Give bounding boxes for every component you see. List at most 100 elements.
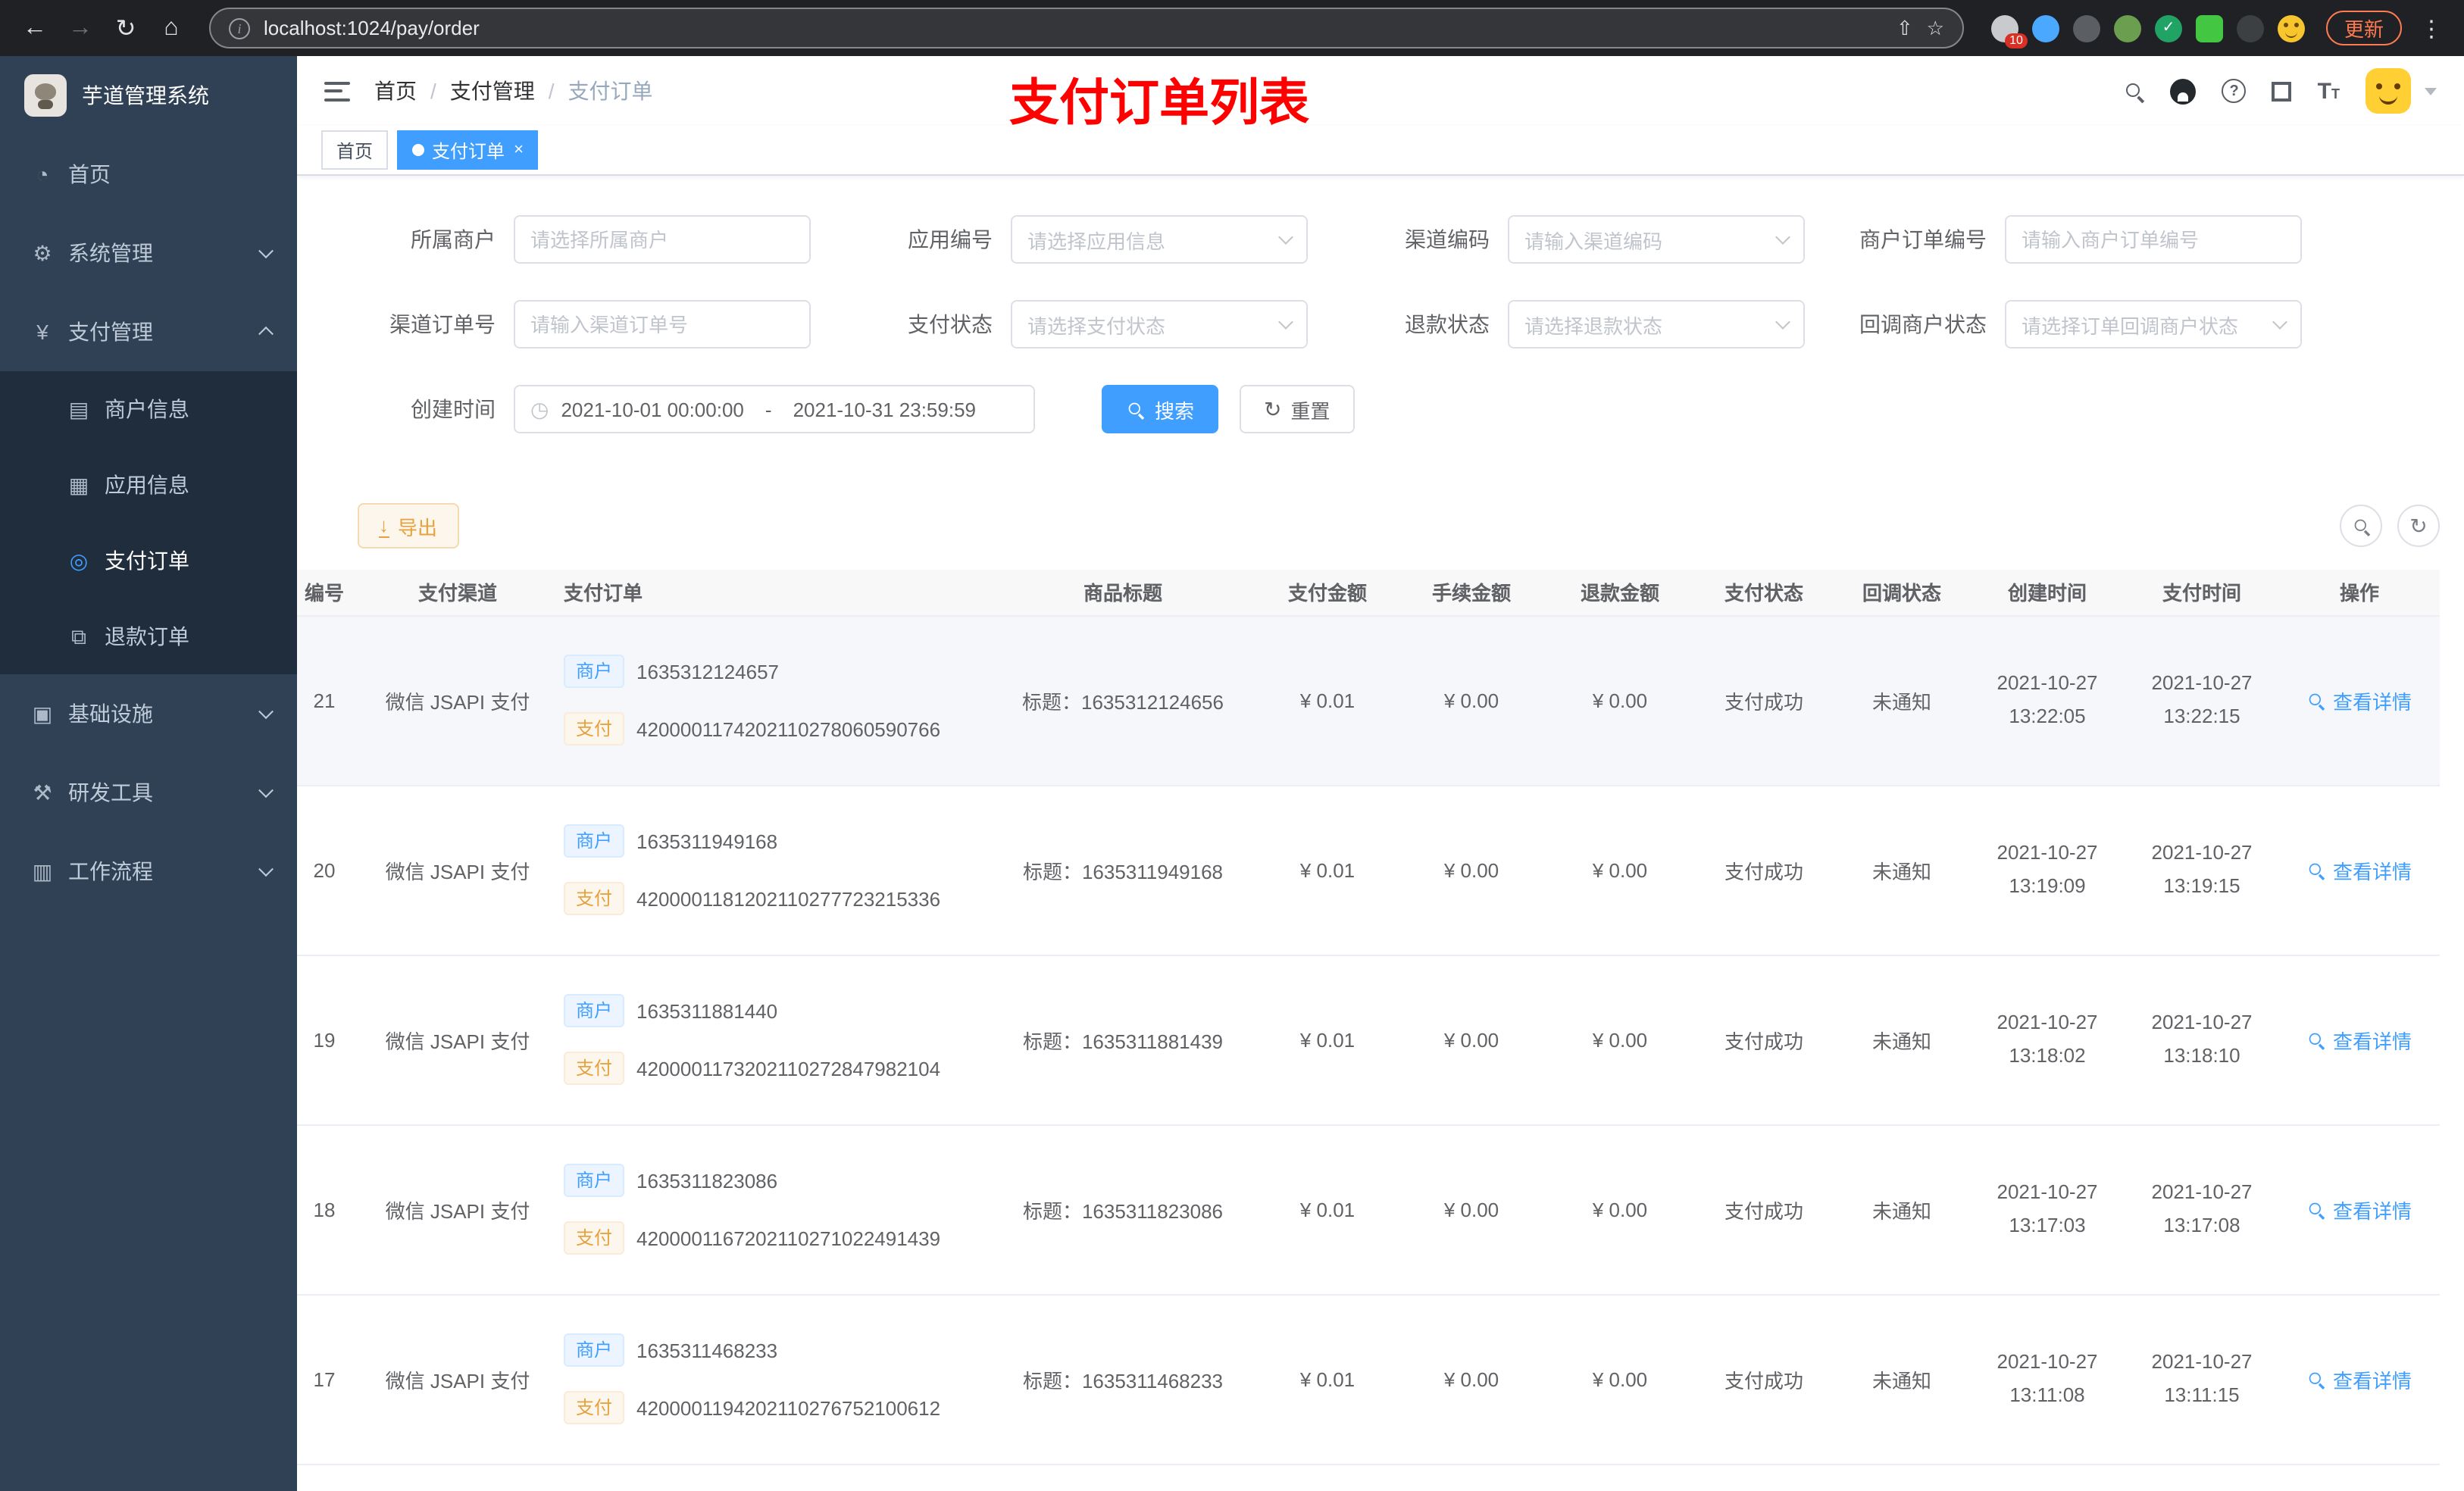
- search-button[interactable]: 搜索: [1102, 385, 1219, 433]
- toggle-search-button[interactable]: [2340, 505, 2382, 547]
- reset-button[interactable]: ↻ 重置: [1240, 385, 1355, 433]
- address-bar[interactable]: i localhost:1024/pay/order ⇧ ☆: [209, 8, 1964, 48]
- view-detail-link[interactable]: 查看详情: [2307, 686, 2412, 714]
- breadcrumb-separator: /: [548, 79, 555, 103]
- select-placeholder: 请选择应用信息: [1027, 230, 1166, 252]
- pay-order-no: 4200001194202110276752100612: [636, 1396, 941, 1419]
- table-row[interactable]: 19 微信 JSAPI 支付 商户 1635311881440 支付 4200001…: [297, 955, 2440, 1125]
- forward-icon[interactable]: →: [61, 8, 100, 48]
- cell-amount: [1258, 1464, 1397, 1491]
- cell-refund: ¥ 0.00: [1546, 615, 1694, 786]
- table-row[interactable]: 21 微信 JSAPI 支付 商户 1635312124657 支付 4200001…: [297, 615, 2440, 786]
- view-detail-link[interactable]: 查看详情: [2307, 855, 2412, 884]
- share-icon[interactable]: ⇧: [1896, 16, 1913, 40]
- export-button[interactable]: ↓ 导出: [358, 503, 459, 549]
- col-status: 支付状态: [1694, 570, 1834, 616]
- extension-icon[interactable]: ✓: [2154, 14, 2182, 42]
- extension-icon[interactable]: [2195, 14, 2223, 42]
- help-icon[interactable]: ?: [2222, 79, 2247, 103]
- sidebar-item-home[interactable]: ◔ 首页: [0, 135, 297, 214]
- close-icon[interactable]: ×: [514, 141, 524, 159]
- bookmark-star-icon[interactable]: ☆: [1927, 16, 1944, 40]
- merchant-order-no-input[interactable]: [2005, 215, 2302, 264]
- col-id: 编号: [297, 570, 367, 616]
- channel-code-select[interactable]: 请输入渠道编码: [1508, 215, 1805, 264]
- font-size-icon[interactable]: TT: [2318, 80, 2340, 102]
- pay-status-select[interactable]: 请选择支付状态: [1011, 300, 1308, 349]
- browser-update-button[interactable]: 更新: [2325, 11, 2402, 45]
- view-detail-icon: [2309, 1031, 2325, 1048]
- tag-home[interactable]: 首页: [321, 130, 389, 170]
- search-icon: [2353, 517, 2369, 534]
- table-row[interactable]: 17 微信 JSAPI 支付 商户 1635311468233 支付 4200001…: [297, 1294, 2440, 1464]
- sidebar-item-pay[interactable]: ¥ 支付管理: [0, 292, 297, 371]
- search-icon[interactable]: [2125, 81, 2145, 101]
- extension-icon[interactable]: [2113, 14, 2141, 42]
- sidebar-item-refund-order[interactable]: ⧉ 退款订单: [0, 599, 297, 674]
- view-detail-link[interactable]: 查看详情: [2307, 1025, 2412, 1054]
- cell-title: 标题：1635311881439: [988, 955, 1258, 1125]
- extension-icon[interactable]: [2072, 14, 2100, 42]
- main-area: 首页 / 支付管理 / 支付订单 支付订单列表 ? TT 首页 支付订单 × 所…: [297, 56, 2464, 1491]
- reload-icon[interactable]: ↻: [106, 8, 145, 48]
- view-detail-icon: [2309, 692, 2325, 708]
- fullscreen-icon[interactable]: [2272, 81, 2292, 101]
- breadcrumb-level1[interactable]: 支付管理: [450, 76, 535, 106]
- filter-form: 所属商户 应用编号 请选择应用信息 渠道编码 请输入渠道编码: [297, 176, 2464, 470]
- filter-label-pay-status: 支付状态: [908, 312, 993, 336]
- sidebar-item-infra[interactable]: ▣ 基础设施: [0, 674, 297, 753]
- extension-icon[interactable]: [2031, 14, 2059, 42]
- cell-actions: 查看详情: [2279, 1294, 2440, 1464]
- chevron-down-icon: [1775, 230, 1790, 245]
- home-icon[interactable]: ⌂: [152, 8, 191, 48]
- channel-order-no-input[interactable]: [514, 300, 811, 349]
- cell-id: [297, 1464, 367, 1491]
- table-row[interactable]: 20 微信 JSAPI 支付 商户 1635311949168 支付 4200001…: [297, 785, 2440, 955]
- col-order: 支付订单: [549, 570, 988, 616]
- back-icon[interactable]: ←: [15, 8, 55, 48]
- browser-menu-icon[interactable]: ⋮: [2414, 14, 2449, 42]
- avatar-caret-icon[interactable]: [2425, 87, 2437, 95]
- extension-icon[interactable]: 10: [1990, 14, 2028, 48]
- table-row[interactable]: 商户163531185726: [297, 1464, 2440, 1491]
- table-row[interactable]: 18 微信 JSAPI 支付 商户 1635311823086 支付 4200001…: [297, 1124, 2440, 1295]
- tags-bar: 首页 支付订单 ×: [297, 126, 2464, 176]
- notify-status-select[interactable]: 请选择订单回调商户状态: [2005, 300, 2302, 349]
- app-no-select[interactable]: 请选择应用信息: [1011, 215, 1308, 264]
- github-icon[interactable]: [2170, 78, 2197, 104]
- url-text: localhost:1024/pay/order: [264, 17, 480, 39]
- menu-label: 研发工具: [68, 780, 153, 805]
- extension-icon[interactable]: [2277, 14, 2305, 42]
- create-time-range[interactable]: ◷ 2021-10-01 00:00:00 - 2021-10-31 23:59…: [514, 385, 1035, 433]
- cell-notify: 未通知: [1834, 785, 1970, 955]
- sidebar: 芋道管理系统 ◔ 首页 ⚙ 系统管理 ¥ 支付管理 ▤ 商户信息 ▦ 应用信息 …: [0, 56, 297, 1491]
- cell-notify: 未通知: [1834, 615, 1970, 786]
- active-dot: [412, 144, 425, 156]
- sidebar-item-devtools[interactable]: ⚒ 研发工具: [0, 753, 297, 832]
- merchant-tag: 商户: [564, 824, 625, 858]
- extension-icon[interactable]: [2236, 14, 2264, 42]
- sidebar-item-workflow[interactable]: ▥ 工作流程: [0, 832, 297, 911]
- app-logo-row[interactable]: 芋道管理系统: [0, 56, 297, 135]
- breadcrumb-home[interactable]: 首页: [374, 76, 417, 106]
- collapse-sidebar-icon[interactable]: [324, 81, 350, 101]
- view-detail-link[interactable]: 查看详情: [2307, 1364, 2412, 1393]
- chevron-down-icon: [2272, 314, 2287, 330]
- sidebar-item-system[interactable]: ⚙ 系统管理: [0, 214, 297, 292]
- tag-pay-order[interactable]: 支付订单 ×: [397, 130, 539, 170]
- avatar[interactable]: [2366, 68, 2411, 114]
- sidebar-item-app-info[interactable]: ▦ 应用信息: [0, 447, 297, 523]
- refund-status-select[interactable]: 请选择退款状态: [1508, 300, 1805, 349]
- site-info-icon[interactable]: i: [229, 17, 250, 39]
- cell-fee: ¥ 0.00: [1397, 615, 1546, 786]
- refresh-table-button[interactable]: ↻: [2397, 505, 2440, 547]
- date-start: 2021-10-01 00:00:00: [561, 398, 744, 420]
- menu-label: 工作流程: [68, 859, 153, 883]
- cell-channel: 微信 JSAPI 支付: [367, 615, 549, 786]
- merchant-input[interactable]: [514, 215, 811, 264]
- reset-button-label: 重置: [1290, 399, 1330, 422]
- filter-label-app-no: 应用编号: [908, 227, 993, 252]
- sidebar-item-merchant-info[interactable]: ▤ 商户信息: [0, 371, 297, 447]
- sidebar-item-pay-order[interactable]: ◎ 支付订单: [0, 523, 297, 599]
- view-detail-link[interactable]: 查看详情: [2307, 1195, 2412, 1224]
